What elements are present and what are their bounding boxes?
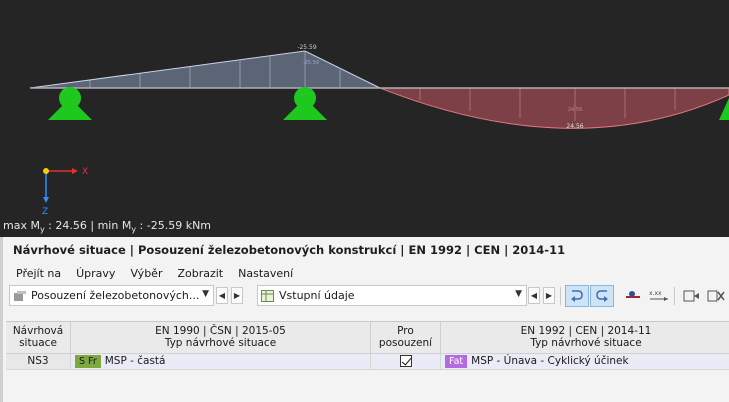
redo-button[interactable] [590, 285, 614, 307]
module-combo-value: Posouzení železobetonových... [31, 289, 200, 302]
header-en1992-type[interactable]: EN 1992 | CEN | 2014-11 Typ návrhové situ… [441, 322, 729, 354]
design-situations-table: Návrhová situace EN 1990 | ČSN | 2015-05 T… [6, 321, 729, 370]
numbering-button[interactable]: x.xx [647, 285, 671, 307]
cell-situation-id[interactable]: NS3 [6, 354, 71, 370]
nav-prev-icon: ◀ [218, 291, 226, 300]
menu-item-settings[interactable]: Nastavení [238, 267, 293, 280]
prev-module-button[interactable]: ◀ [216, 287, 228, 304]
svg-text:x.xx: x.xx [649, 290, 662, 297]
table-icon [261, 289, 275, 302]
table-row[interactable]: NS3 S Fr MSP - častá Fat MSP - Únava - Cyk… [6, 354, 729, 370]
peak-negative-inner-label: -25.59 [303, 60, 319, 66]
header-text: EN 1992 | CEN | 2014-11 [520, 325, 652, 337]
paste-button[interactable] [679, 285, 703, 307]
moment-diagram: -25.59 -25.59 24.56 24.56 X Z [29, 44, 729, 217]
situation-type-badge: S Fr [75, 355, 101, 368]
situation-type-label: MSP - častá [104, 355, 166, 367]
module-icon [13, 290, 27, 302]
caption-max-value: : 24.56 | min M [44, 219, 132, 232]
for-design-checkbox[interactable] [399, 355, 412, 367]
redo-icon [596, 290, 608, 302]
nav-next-icon: ▶ [545, 291, 553, 300]
paste-icon [683, 290, 699, 302]
toolbar: Posouzení železobetonových... ▼ ◀ ▶ Vstu… [3, 283, 729, 309]
axis-gizmo [43, 168, 78, 203]
design-type-label: MSP - Únava - Cyklický účinek [471, 355, 629, 367]
header-text: Typ návrhové situace [530, 337, 642, 349]
design-type-badge: Fat [445, 355, 468, 368]
prev-table-button[interactable]: ◀ [528, 287, 540, 304]
cell-for-design[interactable] [371, 354, 441, 370]
panel-title: Návrhové situace | Posouzení železobeton… [3, 237, 729, 263]
axis-z-label: Z [42, 207, 48, 217]
cell-en1990-type[interactable]: S Fr MSP - častá [71, 354, 371, 370]
peak-negative-label: -25.59 [297, 44, 317, 51]
axis-x-label: X [82, 167, 88, 177]
table-panel: Návrhové situace | Posouzení železobeton… [0, 237, 729, 402]
pen-icon [626, 291, 640, 298]
model-viewport[interactable]: -25.59 -25.59 24.56 24.56 X Z max My : 2… [0, 0, 729, 237]
positive-moment-fill [379, 87, 729, 129]
header-text: Pro [397, 325, 414, 337]
caption-max-prefix: max M [3, 219, 40, 232]
caption-min-value: : -25.59 kNm [136, 219, 212, 232]
nav-next-icon: ▶ [233, 291, 241, 300]
toolbar-separator [674, 287, 675, 305]
chevron-down-icon: ▼ [202, 289, 209, 299]
numbering-icon: x.xx [649, 290, 668, 301]
peak-positive-inner-label: 24.56 [568, 107, 582, 113]
toolbar-separator [560, 287, 561, 305]
cell-en1992-type[interactable]: Fat MSP - Únava - Cyklický účinek [441, 354, 729, 370]
edit-button[interactable] [621, 285, 645, 307]
delete-column-button[interactable] [704, 285, 728, 307]
header-en1990-type[interactable]: EN 1990 | ČSN | 2015-05 Typ návrhové situ… [71, 322, 371, 354]
peak-positive-label: 24.56 [566, 123, 583, 130]
next-table-button[interactable]: ▶ [543, 287, 555, 304]
header-text: EN 1990 | ČSN | 2015-05 [155, 325, 286, 337]
menu-item-select[interactable]: Výběr [130, 267, 162, 280]
header-text: posouzení [378, 337, 433, 349]
table-header-row: Návrhová situace EN 1990 | ČSN | 2015-05 T… [6, 322, 729, 354]
header-text: situace [19, 337, 57, 349]
negative-moment-fill [29, 50, 381, 89]
menu-item-view[interactable]: Zobrazit [177, 267, 223, 280]
undo-button[interactable] [565, 285, 589, 307]
result-caption: max My : 24.56 | min My : -25.59 kNm [3, 219, 211, 234]
table-combo[interactable]: Vstupní údaje ▼ [257, 285, 527, 306]
header-text: Typ návrhové situace [164, 337, 277, 349]
header-design-situation[interactable]: Návrhová situace [6, 322, 71, 354]
support-1[interactable] [48, 87, 92, 120]
support-3[interactable] [719, 98, 729, 120]
header-for-design[interactable]: Pro posouzení [371, 322, 441, 354]
support-2[interactable] [283, 87, 327, 120]
header-text: Návrhová [12, 325, 64, 337]
delete-column-icon [707, 290, 725, 302]
nav-prev-icon: ◀ [530, 291, 538, 300]
menu-item-edit[interactable]: Úpravy [76, 267, 115, 280]
module-combo[interactable]: Posouzení železobetonových... ▼ [9, 285, 214, 306]
table-combo-value: Vstupní údaje [279, 289, 355, 302]
menu-item-goto[interactable]: Přejít na [16, 267, 61, 280]
next-module-button[interactable]: ▶ [231, 287, 243, 304]
undo-icon [571, 290, 583, 302]
menu-bar: Přejít na Úpravy Výběr Zobrazit Nastaven… [3, 263, 729, 283]
chevron-down-icon: ▼ [515, 289, 522, 299]
